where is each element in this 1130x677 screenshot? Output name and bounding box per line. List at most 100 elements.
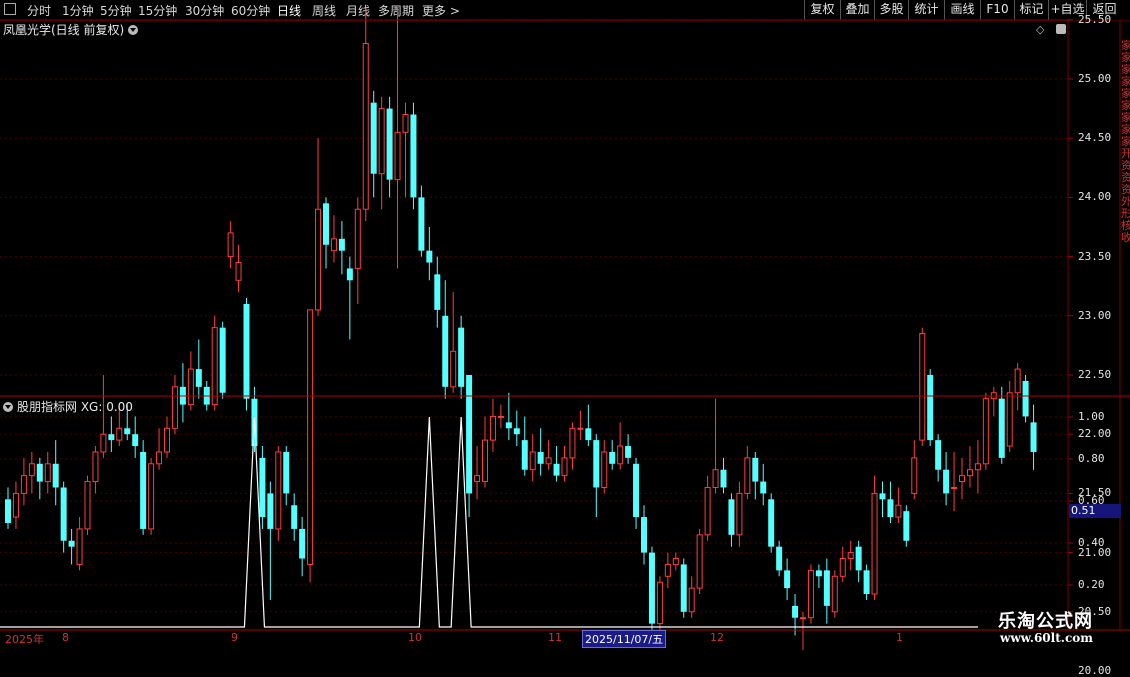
- candle-body: [434, 274, 441, 310]
- price-tick-label: 20.00: [1078, 664, 1112, 677]
- price-tick-label: 23.00: [1078, 308, 1112, 322]
- candle-body: [36, 463, 43, 482]
- candle-body: [609, 451, 616, 464]
- candle-body: [84, 481, 91, 530]
- candle: [688, 576, 695, 618]
- candle: [784, 558, 791, 600]
- candle-body: [92, 451, 99, 483]
- candle: [577, 410, 584, 441]
- candle: [672, 552, 679, 571]
- candle: [974, 440, 981, 494]
- x-label-sep: 9: [231, 631, 238, 644]
- candle-body: [959, 475, 965, 483]
- candle: [434, 256, 441, 328]
- candle-body: [362, 42, 369, 210]
- candle-body: [601, 451, 608, 488]
- candle: [911, 440, 918, 500]
- candle-body: [140, 451, 147, 529]
- candle: [402, 102, 409, 198]
- candle-body: [617, 445, 624, 465]
- price-tick-label: 23.50: [1078, 249, 1112, 263]
- watermark-url: www.60lt.com: [1000, 631, 1093, 645]
- candle: [378, 96, 385, 210]
- candle-body: [712, 469, 719, 488]
- price-tick-label: 24.50: [1078, 131, 1112, 145]
- window-restore-icon[interactable]: [1056, 24, 1066, 34]
- candle-body: [5, 499, 11, 523]
- main-panel-title: 凤凰光学(日线 前复权): [3, 21, 139, 38]
- candle: [140, 440, 147, 535]
- candle: [28, 451, 35, 494]
- stock-chart[interactable]: [0, 0, 1130, 650]
- candle: [736, 481, 743, 547]
- candle: [879, 481, 886, 518]
- candle: [887, 481, 894, 523]
- candle-body: [418, 197, 425, 251]
- candle: [450, 292, 457, 393]
- chart-frame: [0, 19, 1130, 631]
- candle: [179, 363, 186, 423]
- candle-body: [482, 439, 488, 483]
- candle: [92, 446, 99, 494]
- candle: [704, 475, 711, 541]
- indicator-tick-label: 0.40: [1078, 536, 1105, 549]
- candle: [394, 7, 401, 269]
- candle: [855, 540, 862, 583]
- candle: [998, 386, 1005, 464]
- xg-signal-line: [0, 416, 978, 628]
- candle-body: [752, 457, 759, 482]
- x-label-aug: 8: [62, 631, 69, 644]
- candle-body: [537, 451, 544, 464]
- candle-body: [744, 457, 751, 494]
- candle-body: [76, 528, 83, 565]
- candle-body: [275, 451, 282, 530]
- candle-body: [839, 558, 846, 577]
- candle: [171, 375, 178, 435]
- candle: [330, 215, 337, 263]
- candle: [346, 256, 353, 340]
- candle-body: [68, 540, 75, 547]
- candle-body: [625, 446, 632, 458]
- candle: [641, 505, 647, 565]
- candle-body: [815, 570, 822, 577]
- chevron-down-icon[interactable]: [128, 24, 139, 35]
- candle-body: [12, 492, 19, 518]
- candle-body: [442, 315, 449, 387]
- watermark-title: 乐淘公式网: [998, 611, 1093, 632]
- candle-body: [951, 486, 958, 489]
- candle-body: [466, 375, 473, 494]
- candle-body: [521, 440, 528, 470]
- grid-lines: [0, 19, 1073, 613]
- price-tick-label: 22.00: [1078, 427, 1112, 441]
- candle-body: [267, 493, 274, 529]
- candle-body: [736, 492, 743, 536]
- price-tick-label: 25.50: [1078, 12, 1112, 26]
- candle: [935, 434, 942, 482]
- candle-body: [966, 469, 973, 477]
- x-label-jan: 1: [896, 631, 903, 644]
- candle-body: [148, 463, 155, 530]
- x-label-year: 2025年: [5, 633, 44, 646]
- indicator-panel-title: 股朋指标网 XG: 0.00: [3, 398, 133, 415]
- candle: [52, 440, 59, 506]
- candle: [68, 528, 75, 565]
- price-tick-label: 22.50: [1078, 368, 1112, 381]
- candle-body: [291, 505, 298, 529]
- candle-body: [593, 440, 600, 488]
- candle-body: [60, 487, 67, 541]
- candle-body: [807, 569, 814, 619]
- chevron-down-icon[interactable]: [3, 401, 13, 412]
- candle-body: [426, 250, 433, 263]
- candle-body: [44, 463, 51, 483]
- candle: [648, 546, 655, 630]
- watermark-logo: 乐淘公式网 www.60lt.com: [980, 605, 1130, 650]
- candle-body: [132, 434, 139, 447]
- indicator-tick-label: 0.80: [1078, 452, 1105, 465]
- candle: [728, 493, 735, 547]
- candle: [442, 280, 449, 399]
- candle-body: [633, 463, 640, 518]
- candle: [386, 96, 393, 198]
- diamond-icon[interactable]: ◇: [1036, 23, 1044, 36]
- candle: [474, 446, 481, 500]
- candle: [164, 416, 170, 458]
